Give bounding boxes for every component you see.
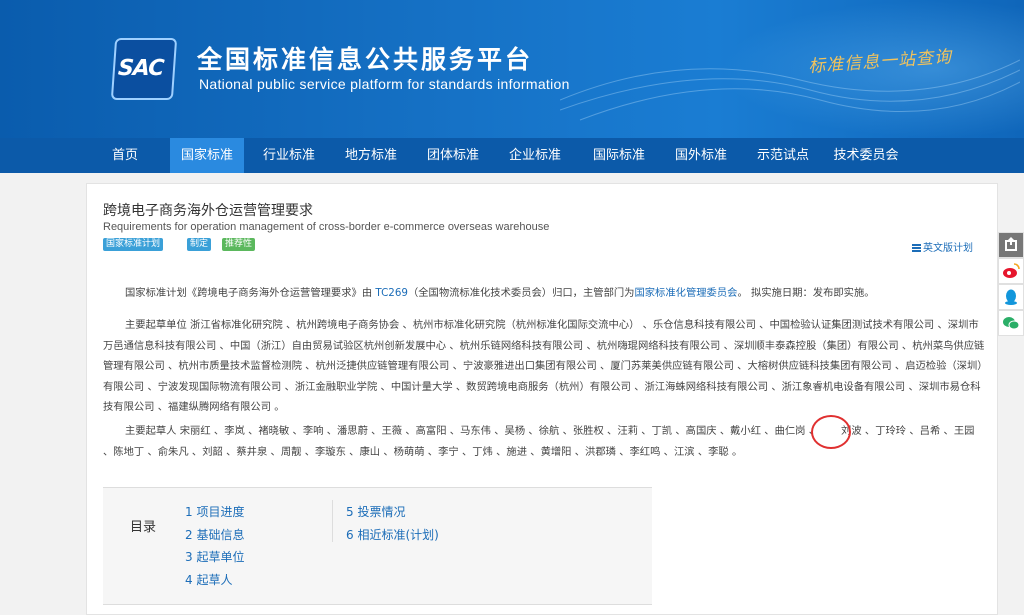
toc-item-drafters[interactable]: 4 起草人 <box>185 571 232 588</box>
toc-item-basic-info[interactable]: 2 基础信息 <box>185 526 244 543</box>
share-icon <box>1005 237 1017 251</box>
nav-item-home[interactable]: 首页 <box>100 138 150 173</box>
list-icon <box>912 244 921 252</box>
tc-code-link[interactable]: TC269 <box>375 287 408 299</box>
drafters-paragraph: 主要起草人 宋丽红 、李岚 、褚晓敏 、李响 、潘思蔚 、王薇 、高富阳 、马东… <box>103 415 985 462</box>
intro-paragraph: 国家标准计划《跨境电子商务海外仓运营管理要求》由 TC269（全国物流标准化技术… <box>103 283 985 304</box>
nav-item-international-standards[interactable]: 国际标准 <box>582 138 656 173</box>
nav-item-demo-pilot[interactable]: 示范试点 <box>746 138 820 173</box>
wechat-button[interactable] <box>998 310 1024 336</box>
toc-divider <box>332 500 333 542</box>
weibo-icon <box>1003 263 1020 278</box>
site-title-en: National public service platform for sta… <box>199 76 570 92</box>
header-banner: SAC 全国标准信息公共服务平台 National public service… <box>0 0 1024 138</box>
english-plan-link[interactable]: 英文版计划 <box>912 239 973 254</box>
nav-item-foreign-standards[interactable]: 国外标准 <box>664 138 738 173</box>
dept-link[interactable]: 国家标准化管理委员会 <box>634 287 737 299</box>
circled-drafter-name: 刘波 <box>811 415 862 449</box>
site-title: 全国标准信息公共服务平台 <box>197 45 534 74</box>
wechat-icon <box>1003 317 1020 330</box>
tag-nature: 推荐性 <box>222 238 256 251</box>
nav-item-national-standards[interactable]: 国家标准 <box>170 138 244 173</box>
toc-item-voting[interactable]: 5 投票情况 <box>346 503 405 520</box>
tag-plan-type: 国家标准计划 <box>103 238 164 251</box>
nav-item-group-standards[interactable]: 团体标准 <box>416 138 490 173</box>
intro-mid: （全国物流标准化技术委员会）归口，主管部门为 <box>407 287 635 299</box>
nav-item-tech-committee[interactable]: 技术委员会 <box>826 138 906 173</box>
standard-title-en: Requirements for operation management of… <box>103 221 550 233</box>
tag-status: 制定 <box>187 238 212 251</box>
nav-item-industry-standards[interactable]: 行业标准 <box>252 138 326 173</box>
toc-item-progress[interactable]: 1 项目进度 <box>185 503 244 520</box>
weibo-button[interactable] <box>998 258 1024 284</box>
toc-label: 目录 <box>130 520 157 535</box>
toc-item-related-standards[interactable]: 6 相近标准(计划) <box>346 526 439 543</box>
qq-button[interactable] <box>998 284 1024 310</box>
drafting-units-paragraph: 主要起草单位 浙江省标准化研究院 、杭州跨境电子商务协会 、杭州市标准化研究院（… <box>103 319 985 413</box>
qq-icon <box>1005 289 1017 305</box>
logo-text: SAC <box>117 56 165 81</box>
standard-title: 跨境电子商务海外仓运营管理要求 <box>103 203 313 219</box>
drafters-prefix: 主要起草人 宋丽红 、李岚 、褚晓敏 、李响 、潘思蔚 、王薇 、高富阳 、马东… <box>125 425 820 437</box>
english-plan-label: 英文版计划 <box>923 243 973 254</box>
intro-prefix: 国家标准计划《跨境电子商务海外仓运营管理要求》由 <box>125 287 376 299</box>
sac-logo[interactable]: SAC <box>110 38 178 100</box>
share-button[interactable] <box>998 232 1024 258</box>
toc-item-drafting-units[interactable]: 3 起草单位 <box>185 548 244 565</box>
intro-suffix: 。 拟实施日期：发布即实施。 <box>737 287 875 299</box>
banner-decoration <box>560 59 1020 121</box>
nav-item-enterprise-standards[interactable]: 企业标准 <box>498 138 572 173</box>
nav-item-local-standards[interactable]: 地方标准 <box>334 138 408 173</box>
main-nav: 首页 国家标准 行业标准 地方标准 团体标准 企业标准 国际标准 国外标准 示范… <box>0 138 1024 173</box>
